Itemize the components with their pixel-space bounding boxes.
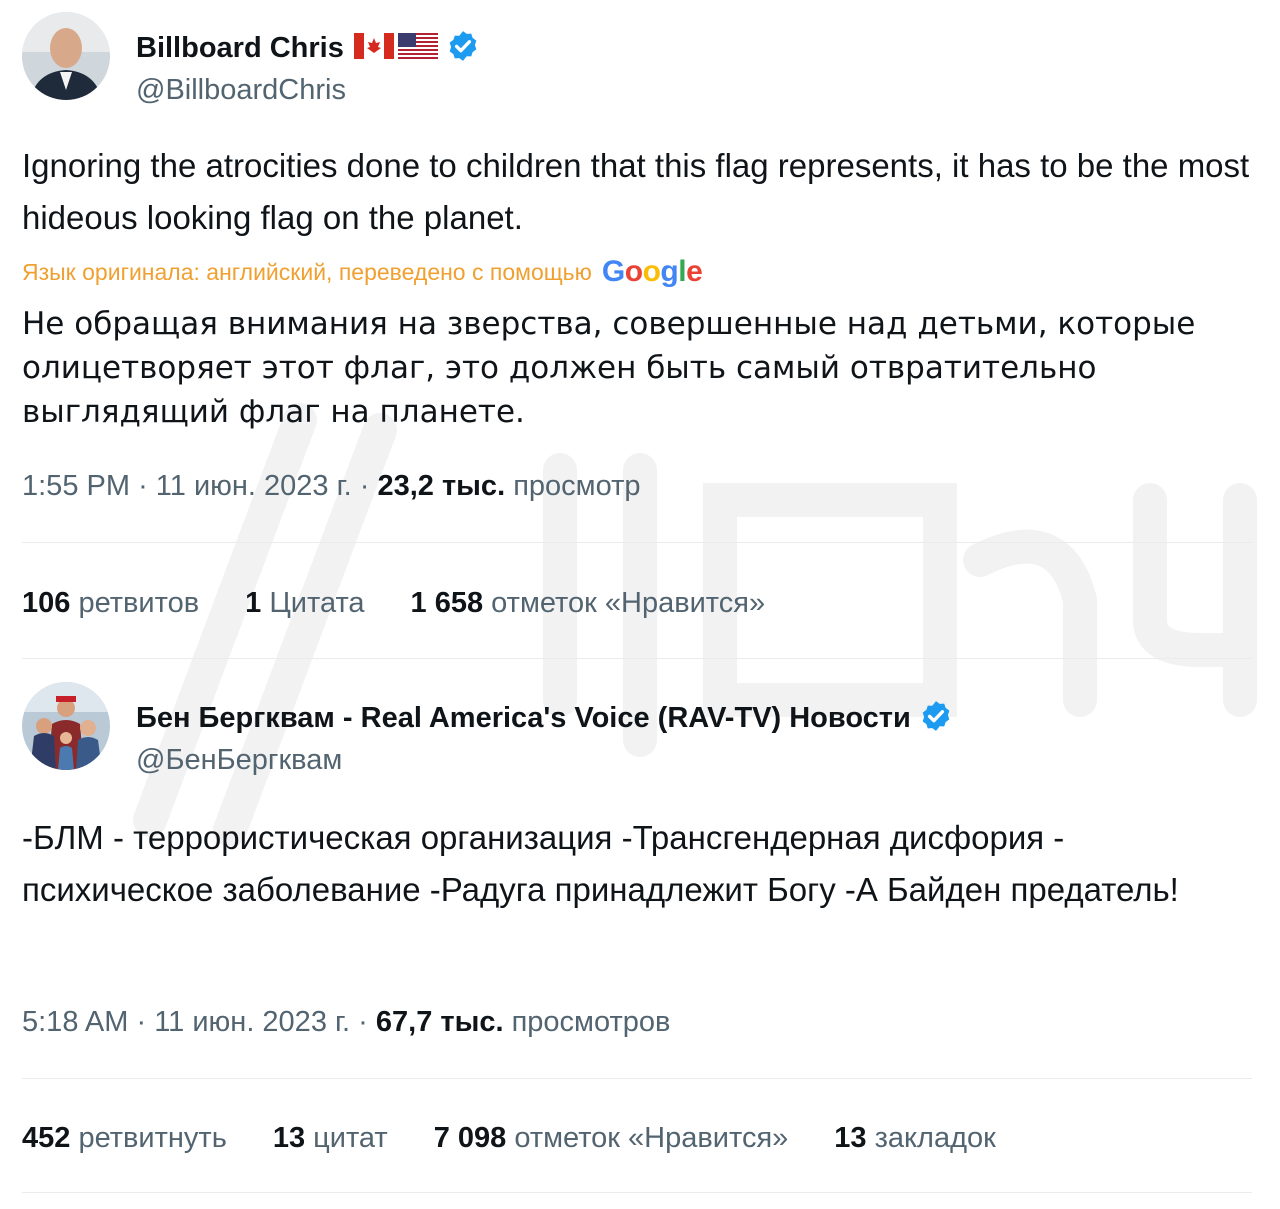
avatar[interactable] — [22, 682, 110, 770]
tweet-time[interactable]: 1:55 PM — [22, 470, 130, 502]
canada-flag-icon — [353, 33, 394, 63]
tweet-meta: 1:55 PM · 11 июн. 2023 г. · 23,2 тыс. пр… — [22, 470, 641, 502]
translated-text: Не обращая внимания на зверства, соверше… — [22, 306, 1196, 430]
user-handle[interactable]: @БенБергквам — [136, 744, 342, 777]
views-count: 67,7 тыс. — [375, 1006, 504, 1038]
quotes-stat[interactable]: 1 Цитата — [245, 587, 364, 620]
display-name[interactable]: Billboard Chris — [136, 32, 344, 65]
translation-note: Язык оригинала: английский, переведено с… — [22, 252, 703, 292]
tweet-author[interactable]: Billboard Chris @BillboardChris — [22, 12, 1252, 106]
divider — [22, 542, 1252, 543]
tweet-text: Ignoring the atrocities done to children… — [22, 147, 1250, 236]
views-label: просмотр — [513, 470, 641, 502]
tweet-date[interactable]: 11 июн. 2023 г. — [154, 1006, 350, 1038]
tweet-meta: 5:18 AM · 11 июн. 2023 г. · 67,7 тыс. пр… — [22, 1006, 671, 1038]
usa-flag-icon — [397, 33, 438, 63]
views-count: 23,2 тыс. — [377, 470, 506, 502]
likes-stat[interactable]: 1 658 отметок «Нравится» — [411, 587, 766, 620]
tweet-1: Billboard Chris @BillboardChris Ignoring… — [22, 12, 1252, 662]
bookmarks-stat[interactable]: 13 закладок — [834, 1122, 996, 1155]
retweets-stat[interactable]: 106 ретвитов — [22, 587, 199, 620]
tweet-stats: 106 ретвитов 1 Цитата 1 658 отметок «Нра… — [22, 587, 811, 620]
user-handle[interactable]: @BillboardChris — [136, 74, 346, 107]
tweet-text: -БЛМ - террористическая организация -Тра… — [22, 819, 1179, 908]
divider — [22, 1192, 1252, 1193]
views-label: просмотров — [511, 1006, 671, 1038]
quotes-stat[interactable]: 13 цитат — [273, 1122, 388, 1155]
tweet-2: Бен Бергквам - Real America's Voice (RAV… — [22, 682, 1252, 1202]
retweets-stat[interactable]: 452 ретвитнуть — [22, 1122, 227, 1155]
tweet-date[interactable]: 11 июн. 2023 г. — [156, 470, 352, 502]
likes-stat[interactable]: 7 098 отметок «Нравится» — [434, 1122, 789, 1155]
translation-note-text: Язык оригинала: английский, переведено с… — [22, 258, 592, 285]
tweet-stats: 452 ретвитнуть 13 цитат 7 098 отметок «Н… — [22, 1122, 1042, 1155]
divider — [22, 1078, 1252, 1079]
verified-badge-icon — [919, 699, 953, 737]
divider — [22, 658, 1252, 659]
tweet-author[interactable]: Бен Бергквам - Real America's Voice (RAV… — [22, 682, 1252, 776]
verified-badge-icon — [446, 29, 480, 67]
display-name[interactable]: Бен Бергквам - Real America's Voice (RAV… — [136, 702, 911, 735]
avatar[interactable] — [22, 12, 110, 100]
tweet-time[interactable]: 5:18 AM — [22, 1006, 128, 1038]
google-logo: Google — [601, 255, 703, 288]
